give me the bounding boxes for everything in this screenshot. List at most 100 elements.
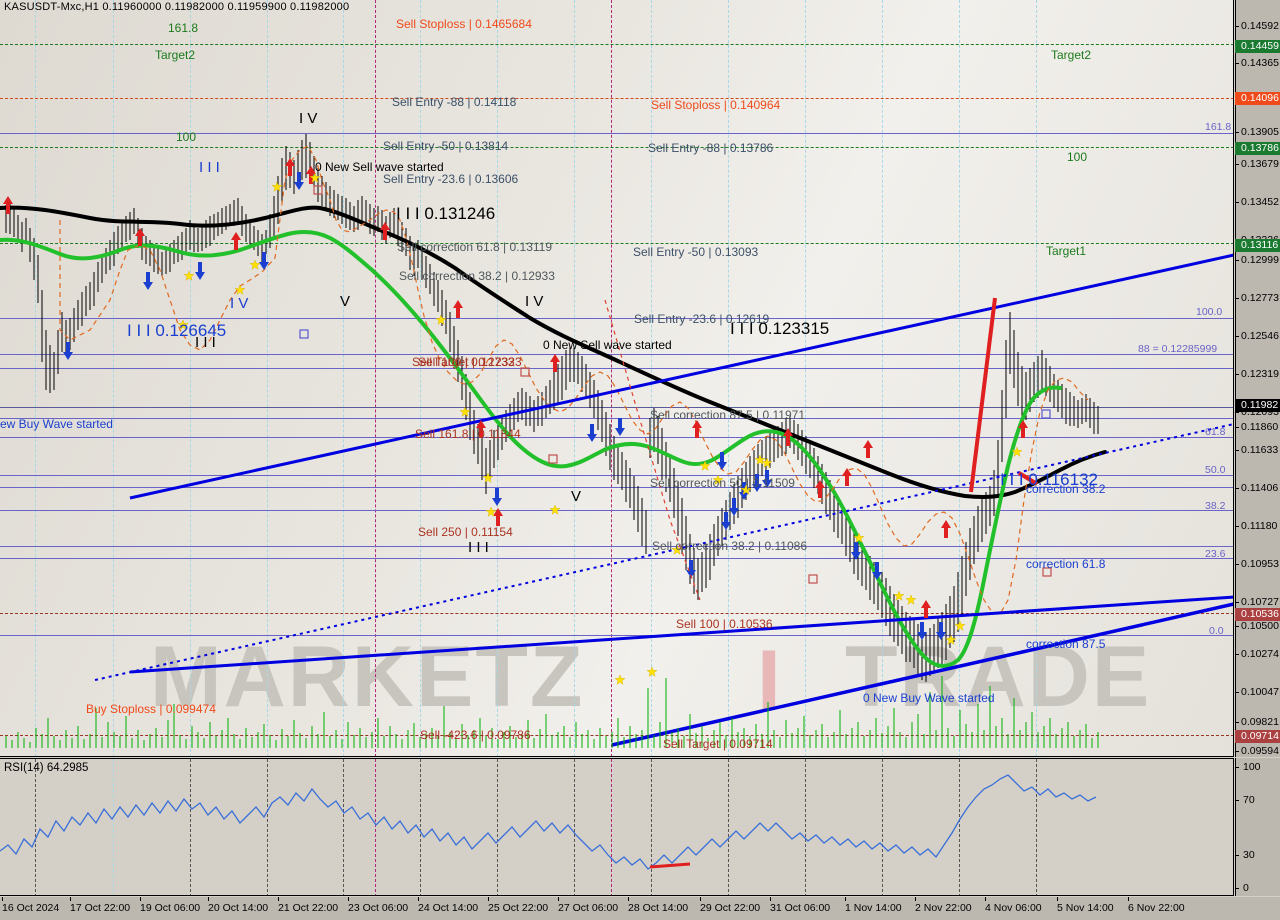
time-tick-value: 19 Oct 06:00	[140, 902, 201, 914]
price-tick-value: 0.12999	[1241, 254, 1279, 266]
rsi-tick-value: 30	[1243, 849, 1255, 861]
wave-iv-label-2: I V	[230, 295, 249, 312]
level-label-target1: Target1	[1046, 244, 1087, 258]
wave-iii-marker-2: I I I	[195, 334, 216, 351]
price-tick-sell-target: 0.09714	[1235, 730, 1280, 743]
rsi-label: RSI(14) 64.2985	[4, 762, 89, 774]
fib-label-0: 0.0	[1209, 625, 1224, 637]
price-tick-value: 0.14365	[1241, 57, 1279, 69]
sell-100-label-1: Sell 100 | 0.12733	[418, 355, 515, 369]
price-tick-value: 0.09714	[1241, 730, 1279, 742]
buy-stoploss-label: Buy Stoploss | 0.099474	[86, 702, 216, 716]
time-tick: 28 Oct 14:00	[628, 897, 689, 914]
wave-iv-label-1: I V	[299, 110, 318, 127]
price-tick-value: 0.13786	[1241, 142, 1279, 154]
price-tick-entry: 0.13786	[1235, 142, 1280, 155]
time-tick: 23 Oct 06:00	[348, 897, 408, 914]
wave-v-label-2: V	[571, 488, 582, 505]
price-tick-value: 0.10500	[1241, 620, 1279, 632]
price-tick-value: 0.11982	[1241, 399, 1279, 411]
wave-iv-label-3: I V	[525, 293, 544, 310]
new-sell-wave-label-1: 0 New Sell wave started	[315, 160, 444, 174]
price-tick-target2: 0.14459	[1235, 40, 1280, 53]
sell-entry-88-label-2: Sell Entry -88 | 0.13786	[648, 141, 774, 155]
rsi-tick-value: 0	[1243, 882, 1249, 894]
time-tick: 25 Oct 22:00	[488, 897, 549, 914]
sell-entry-50-label-2: Sell Entry -50 | 0.13093	[633, 245, 759, 259]
time-tick-value: 28 Oct 14:00	[628, 902, 689, 914]
level-label-target2-right: Target2	[1051, 48, 1092, 62]
time-tick-value: 20 Oct 14:00	[208, 902, 269, 914]
time-tick-value: 31 Oct 06:00	[770, 902, 831, 914]
price-chart-pane[interactable]: MARKETZ I TRADE KASUSDT-Mxc,H1 0.1196000…	[0, 0, 1234, 757]
fib-label-38-2: 38.2	[1205, 500, 1226, 512]
price-tick: 0.11860	[1235, 421, 1280, 434]
price-tick: 0.09821	[1235, 716, 1280, 729]
price-tick: 0.10500	[1235, 620, 1280, 633]
sell-correction-618-label: Sell correction 61.8 | 0.13119	[397, 240, 552, 254]
price-tick: 0.14592	[1235, 20, 1280, 33]
price-tick-value: 0.12319	[1241, 368, 1279, 380]
chart-title-ohlc: KASUSDT-Mxc,H1 0.11960000 0.11982000 0.1…	[4, 1, 350, 13]
sell-correction-382-label-2: Sell correction 38.2 | 0.11086	[652, 539, 807, 553]
price-tick: 0.10274	[1235, 648, 1280, 661]
wave-iii-marker-3: I I I	[468, 539, 489, 556]
sell-correction-875-label: Sell correction 87.5 | 0.11971	[650, 408, 805, 422]
fib-label-61-8: 61.8	[1205, 426, 1226, 438]
price-tick-value: 0.13452	[1241, 196, 1279, 208]
time-tick: 19 Oct 06:00	[140, 897, 201, 914]
fib-label-100: 100.0	[1196, 306, 1223, 318]
rsi-axis[interactable]: 100 70 30 0	[1235, 758, 1280, 896]
time-tick: 5 Nov 14:00	[1057, 897, 1114, 914]
price-axis[interactable]: 0.14592 0.14459 0.14365 0.14096 0.13905 …	[1235, 0, 1280, 757]
time-tick-value: 25 Oct 22:00	[488, 902, 549, 914]
time-axis[interactable]: 16 Oct 2024 17 Oct 22:00 19 Oct 06:00 20…	[0, 897, 1280, 920]
rsi-tick-value: 70	[1243, 794, 1255, 806]
price-tick-value: 0.10953	[1241, 558, 1279, 570]
correction-38-2-label: correction 38.2	[1026, 482, 1106, 496]
price-tick-value: 0.14592	[1241, 20, 1279, 32]
price-tick-value: 0.09594	[1241, 745, 1279, 757]
price-tick-value: 0.11180	[1241, 520, 1278, 532]
time-tick: 24 Oct 14:00	[418, 897, 478, 914]
price-tick-value: 0.12773	[1241, 292, 1279, 304]
time-tick: 20 Oct 14:00	[208, 897, 269, 914]
time-tick-value: 21 Oct 22:00	[278, 902, 339, 914]
level-label-100-right: 100	[1067, 150, 1088, 164]
sell-entry-50-label-1: Sell Entry -50 | 0.13814	[383, 139, 509, 153]
new-buy-wave-label-1: 0 New Buy Wave started	[863, 691, 995, 705]
sell-4236-label: Sell -423.6 | 0.09786	[420, 728, 531, 742]
price-tick-value: 0.13905	[1241, 126, 1279, 138]
time-tick: 17 Oct 22:00	[70, 897, 130, 914]
price-tick: 0.11180	[1235, 520, 1280, 533]
time-tick-value: 27 Oct 06:00	[558, 902, 619, 914]
time-tick-value: 1 Nov 14:00	[845, 902, 902, 914]
price-tick: 0.13452	[1235, 196, 1280, 209]
sell-entry-88-label-1: Sell Entry -88 | 0.14118	[392, 95, 517, 109]
time-tick-value: 4 Nov 06:00	[985, 902, 1042, 914]
time-tick-value: 5 Nov 14:00	[1057, 902, 1114, 914]
wave-iii-label-2: I I I 0.131246	[396, 204, 496, 223]
price-tick-current: 0.11982	[1235, 399, 1280, 412]
price-tick-value: 0.13679	[1241, 158, 1279, 170]
time-tick: 27 Oct 06:00	[558, 897, 619, 914]
rsi-tick-value: 100	[1243, 761, 1261, 773]
wave-iii-marker-1: I I I	[199, 159, 220, 176]
sell-correction-50-label: Sell correction 50 | 0.11509	[650, 476, 795, 490]
price-tick: 0.09594	[1235, 745, 1280, 758]
price-tick: 0.10953	[1235, 558, 1280, 571]
sell-target-label-2: Sell Target | 0.09714	[663, 737, 773, 751]
fib-label-50: 50.0	[1205, 464, 1226, 476]
price-tick-value: 0.12546	[1241, 330, 1279, 342]
price-tick: 0.12546	[1235, 330, 1280, 343]
rsi-indicator-pane[interactable]: RSI(14) 64.2985	[0, 758, 1234, 896]
price-tick-value: 0.11406	[1241, 482, 1279, 494]
time-tick: 31 Oct 06:00	[770, 897, 831, 914]
fib-label-161-8: 161.8	[1205, 121, 1232, 133]
time-tick: 16 Oct 2024	[2, 897, 59, 914]
sell-correction-382-label-1: Sell correction 38.2 | 0.12933	[399, 269, 555, 283]
price-tick: 0.11406	[1235, 482, 1280, 495]
price-tick-value: 0.10727	[1241, 596, 1279, 608]
price-tick-value: 0.09821	[1241, 716, 1279, 728]
fib-label-23-6: 23.6	[1205, 548, 1226, 560]
